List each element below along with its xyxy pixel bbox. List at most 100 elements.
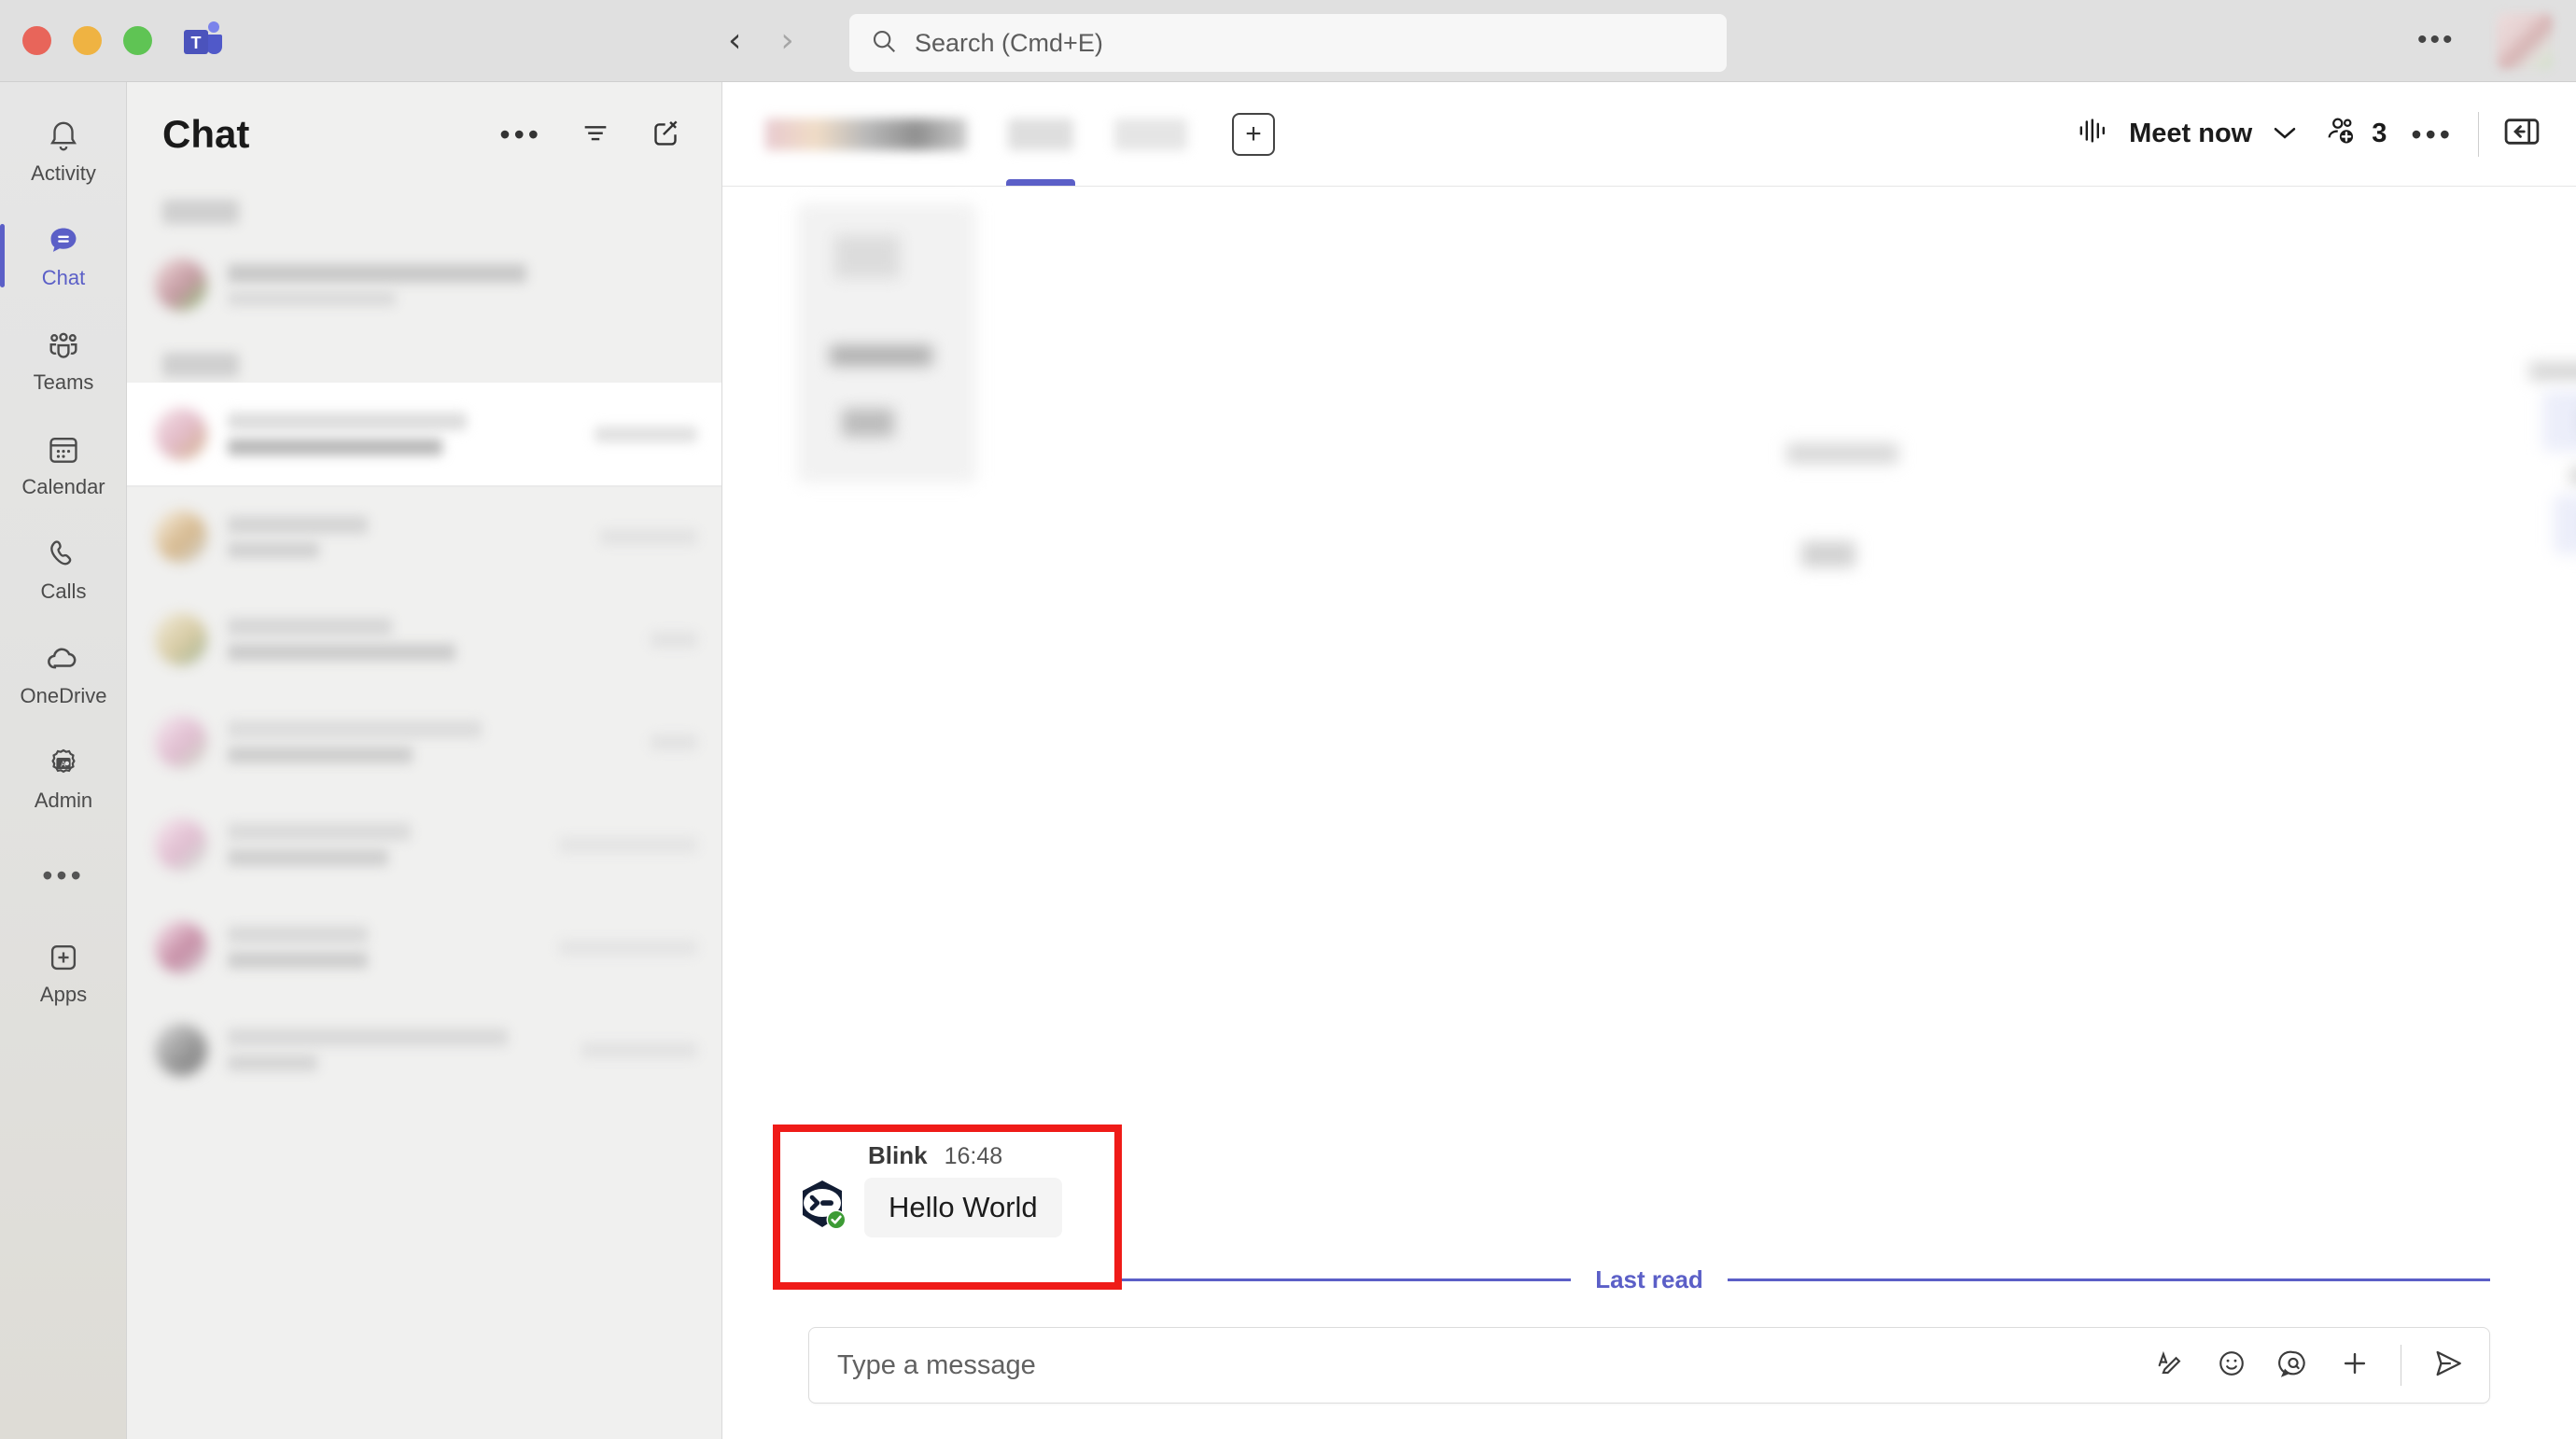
- plus-square-icon: [46, 938, 81, 977]
- sidebar-item-onedrive[interactable]: OneDrive: [0, 622, 127, 726]
- list-item-text: [228, 618, 574, 661]
- teams-logo-icon: T: [180, 19, 225, 63]
- sidebar-item-calendar[interactable]: Calendar: [0, 412, 127, 517]
- chat-group-header: [162, 353, 239, 377]
- divider: [2478, 111, 2479, 157]
- active-indicator: [0, 224, 5, 287]
- sidebar-item-label: Teams: [33, 370, 94, 394]
- navigation-arrows: ‹ ›: [728, 23, 794, 58]
- sidebar-item-teams[interactable]: Teams: [0, 308, 127, 412]
- list-item-text: [228, 412, 574, 455]
- avatar: [155, 921, 207, 973]
- message-history: [722, 187, 2576, 1234]
- participants-button[interactable]: 3: [2323, 115, 2387, 154]
- list-item-selected[interactable]: [127, 383, 721, 487]
- message-blurred: [2570, 467, 2576, 485]
- collapse-panel-icon[interactable]: [2503, 116, 2541, 152]
- list-item-text: [228, 720, 574, 763]
- conversation-tab-label: [1008, 118, 1073, 150]
- add-tab-button[interactable]: +: [1232, 112, 1275, 156]
- meet-now-label: Meet now: [2129, 119, 2253, 148]
- chat-panel-header: Chat •••: [127, 82, 721, 187]
- traffic-lights: [22, 26, 152, 55]
- sidebar-item-activity[interactable]: Activity: [0, 99, 127, 203]
- bot-message-body: Hello World: [791, 1178, 1105, 1239]
- conversation-header-actions: Meet now 3 •••: [2077, 111, 2554, 157]
- list-item-text: [228, 515, 574, 558]
- close-window-button[interactable]: [22, 26, 51, 55]
- maximize-window-button[interactable]: [123, 26, 152, 55]
- window-more-options-button[interactable]: •••: [2417, 26, 2456, 54]
- search-placeholder: Search (Cmd+E): [915, 28, 1103, 57]
- message-blurred: [2554, 495, 2576, 554]
- avatar: [155, 510, 207, 563]
- sidebar-item-label: Activity: [31, 161, 96, 185]
- list-item-meta: [559, 939, 697, 956]
- chat-group-header: [162, 200, 239, 224]
- chat-more-options-button[interactable]: •••: [499, 119, 542, 149]
- list-item-meta: [581, 1041, 697, 1058]
- conversation-tab[interactable]: [745, 82, 987, 186]
- list-item-meta: [595, 733, 697, 750]
- highlighted-bot-message: Blink 16:48 Hello World: [773, 1125, 1122, 1290]
- conversation-more-options-button[interactable]: •••: [2411, 119, 2454, 149]
- avatar: [155, 408, 207, 460]
- sidebar-item-admin[interactable]: A Admin: [0, 726, 127, 831]
- add-people-icon: [2323, 115, 2360, 154]
- format-icon[interactable]: [2154, 1348, 2186, 1384]
- message-blurred: [1786, 443, 1898, 464]
- chevron-down-icon[interactable]: [2271, 119, 2299, 149]
- svg-text:T: T: [191, 34, 202, 52]
- search-icon: [870, 27, 898, 60]
- avatar: [155, 818, 207, 871]
- sidebar-item-label: Admin: [34, 789, 93, 812]
- search-input[interactable]: Search (Cmd+E): [849, 14, 1727, 72]
- avatar: [155, 258, 207, 311]
- sidebar-item-label: Calendar: [21, 475, 105, 498]
- list-item[interactable]: [127, 230, 721, 340]
- bot-message: Blink 16:48 Hello World: [791, 1141, 1105, 1273]
- list-item[interactable]: [127, 793, 721, 896]
- people-icon: [46, 326, 81, 365]
- sidebar-item-calls[interactable]: Calls: [0, 517, 127, 622]
- list-item[interactable]: [127, 485, 721, 588]
- list-item-text: [228, 823, 574, 866]
- list-item[interactable]: [127, 588, 721, 691]
- conversation-tab-label: [1114, 118, 1187, 150]
- sidebar-item-label: OneDrive: [20, 684, 107, 707]
- minimize-window-button[interactable]: [73, 26, 102, 55]
- send-icon[interactable]: [2431, 1348, 2465, 1384]
- meet-now-button[interactable]: Meet now: [2077, 115, 2299, 154]
- filter-icon[interactable]: [580, 117, 611, 153]
- sidebar-item-chat[interactable]: Chat: [0, 203, 127, 308]
- list-item[interactable]: [127, 999, 721, 1101]
- bot-message-header: Blink 16:48: [791, 1141, 1105, 1170]
- forward-button[interactable]: ›: [780, 23, 793, 58]
- message-bubble: Hello World: [864, 1178, 1062, 1237]
- compose-placeholder: Type a message: [837, 1349, 1036, 1380]
- avatar: [155, 716, 207, 768]
- avatar[interactable]: [2497, 13, 2553, 69]
- conversation-tab-label: [765, 118, 967, 150]
- back-button[interactable]: ‹: [728, 23, 741, 58]
- chat-list-panel: Chat •••: [127, 82, 722, 1439]
- message-blurred: [834, 235, 900, 278]
- list-item-meta: [595, 426, 697, 442]
- meet-now-icon: [2077, 115, 2110, 154]
- list-item[interactable]: [127, 896, 721, 999]
- sidebar-more-apps-button[interactable]: •••: [0, 831, 127, 920]
- list-item[interactable]: [127, 691, 721, 793]
- plus-icon[interactable]: [2339, 1348, 2371, 1384]
- message-compose-box[interactable]: Type a message: [808, 1327, 2490, 1404]
- compose-actions: [2154, 1345, 2465, 1386]
- divider-line: [1727, 1278, 2491, 1281]
- page-title: Chat: [162, 112, 250, 156]
- emoji-icon[interactable]: [2216, 1348, 2247, 1384]
- conversation-tab-active[interactable]: [987, 82, 1094, 186]
- sidebar-item-apps[interactable]: Apps: [0, 920, 127, 1025]
- list-item-text: [228, 1028, 574, 1071]
- list-item-text: [228, 263, 697, 306]
- giphy-icon[interactable]: [2277, 1348, 2309, 1384]
- compose-new-chat-icon[interactable]: [649, 116, 682, 154]
- conversation-tab[interactable]: [1094, 82, 1208, 186]
